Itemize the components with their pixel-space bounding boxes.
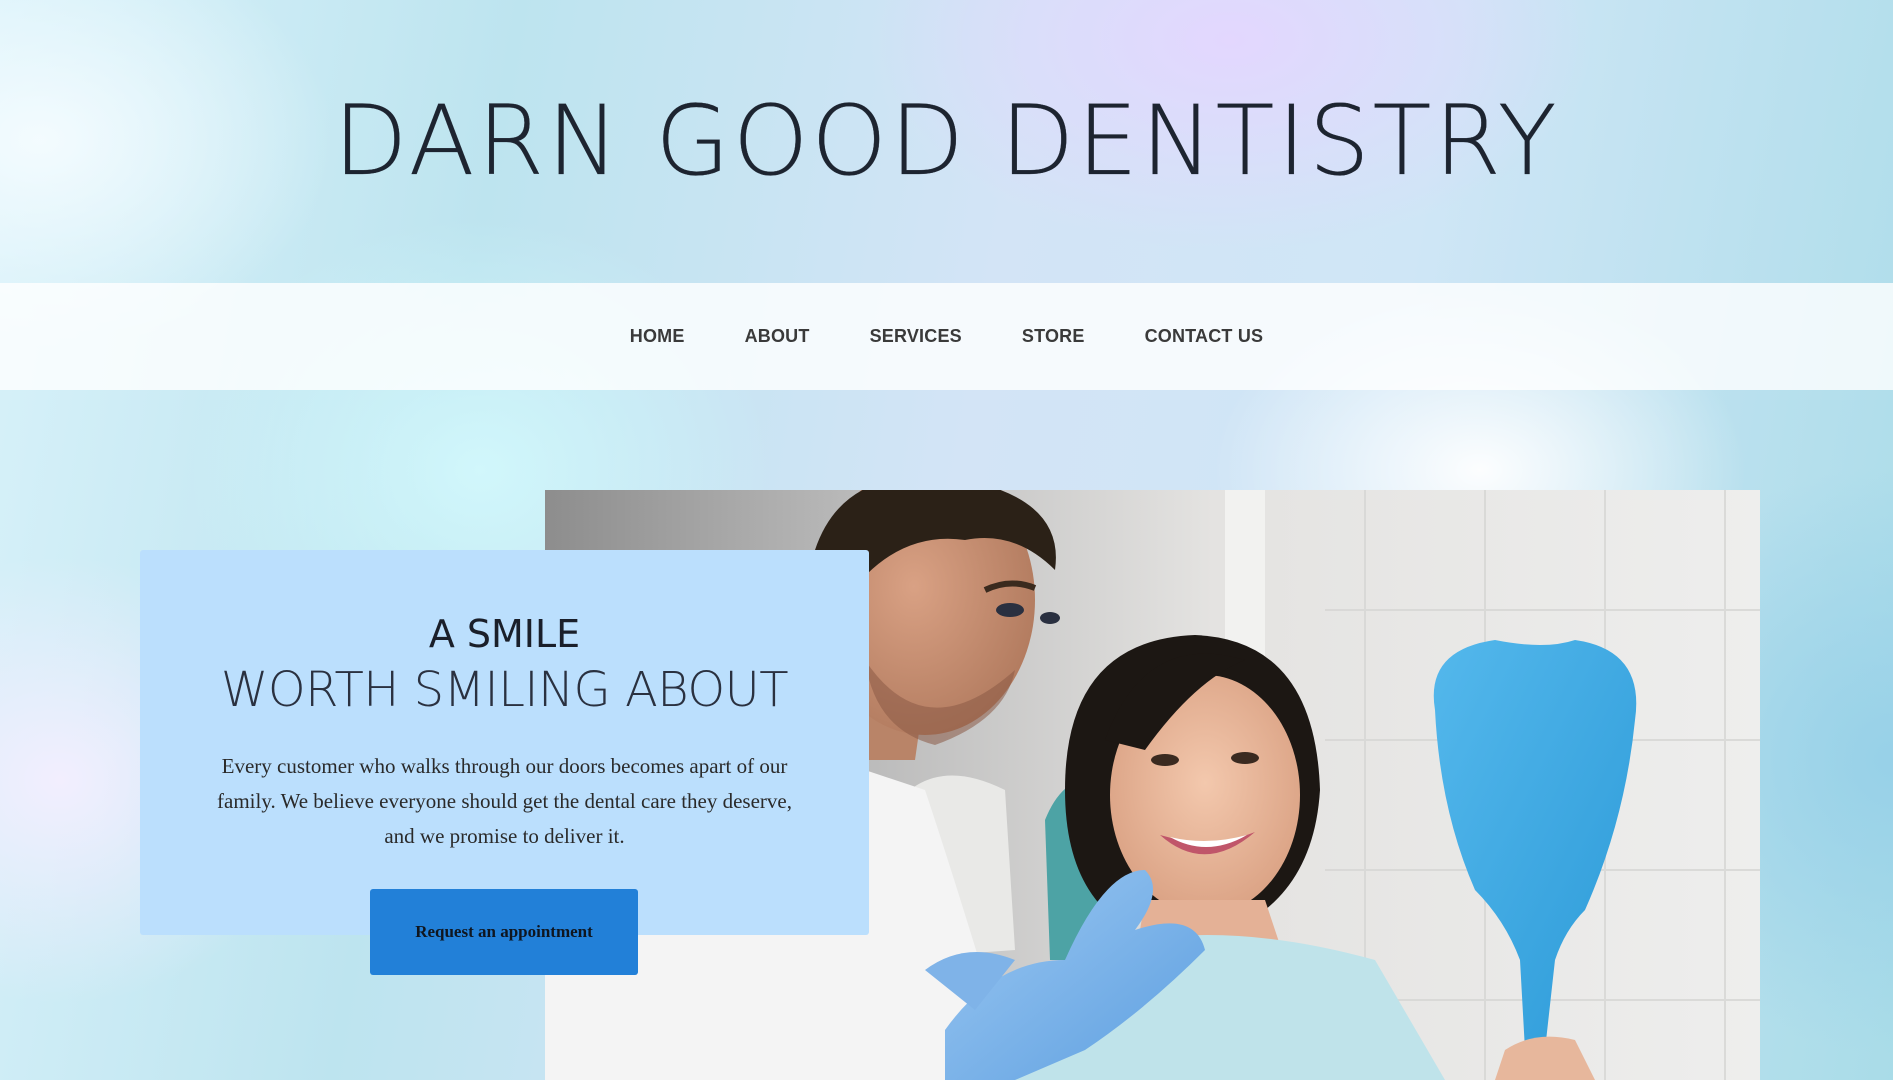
nav-contact-us-link[interactable]: CONTACT US [1145, 326, 1264, 347]
nav-services-link[interactable]: SERVICES [870, 326, 962, 347]
hero-headline-secondary: WORTH SMILING ABOUT [220, 662, 789, 718]
hero-card: A SMILE WORTH SMILING ABOUT Every custom… [140, 550, 869, 935]
hero-description: Every customer who walks through our doo… [217, 754, 792, 848]
main-navigation: HOME ABOUT SERVICES STORE CONTACT US [0, 283, 1893, 390]
hero-headline-primary: A SMILE [428, 612, 581, 656]
site-title: DARN GOOD DENTISTRY [333, 85, 1560, 197]
nav-about-link[interactable]: ABOUT [745, 326, 810, 347]
nav-store-link[interactable]: STORE [1022, 326, 1085, 347]
nav-home-link[interactable]: HOME [630, 326, 685, 347]
request-appointment-button[interactable]: Request an appointment [370, 889, 638, 975]
